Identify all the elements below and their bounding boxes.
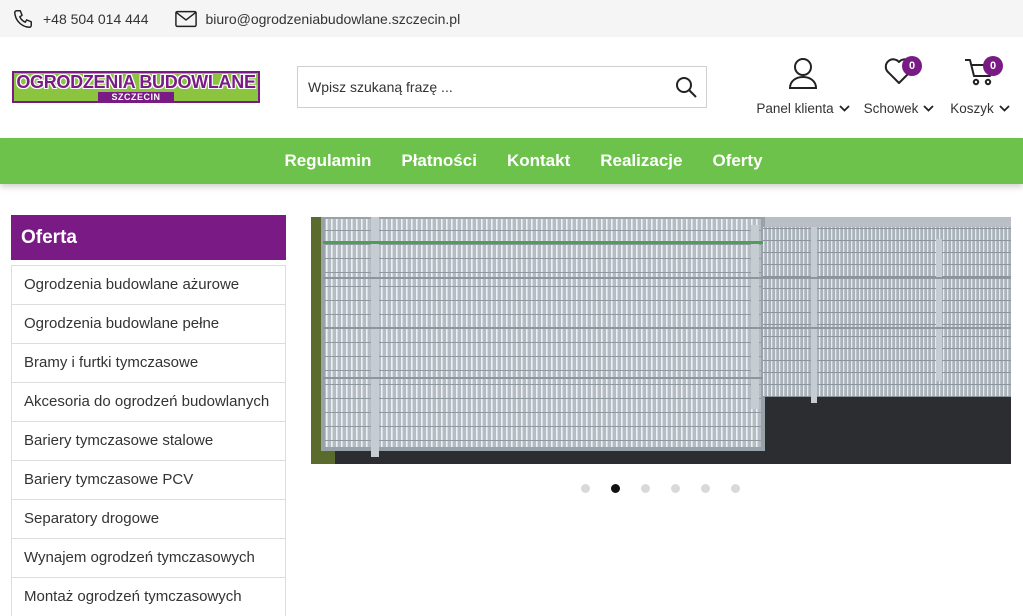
nav-link-realizacje[interactable]: Realizacje [600,151,682,171]
wishlist-count-badge: 0 [902,56,922,76]
category-item[interactable]: Separatory drogowe [12,499,285,538]
customer-panel-label: Panel klienta [756,101,834,116]
search-button[interactable] [674,75,698,99]
slider-dot[interactable] [581,484,590,493]
sidebar-title: Oferta [11,215,286,260]
slider-pagination [581,484,761,493]
category-item[interactable]: Bramy i furtki tymczasowe [12,343,285,382]
chevron-down-icon [839,105,850,112]
logo-subtitle: SZCZECIN [98,92,174,102]
site-logo[interactable]: OGRODZENIA BUDOWLANE SZCZECIN [12,71,260,103]
hero-slider-image[interactable] [311,217,1011,464]
cart-button[interactable]: 0 Koszyk [948,56,1012,116]
slider-dot[interactable] [641,484,650,493]
category-item[interactable]: Wynajem ogrodzeń tymczasowych [12,538,285,577]
offer-sidebar: Oferta Ogrodzenia budowlane ażurowe Ogro… [11,215,286,616]
category-item[interactable]: Bariery tymczasowe PCV [12,460,285,499]
search-input[interactable] [298,67,658,107]
phone-contact[interactable]: +48 504 014 444 [12,8,149,30]
nav-link-kontakt[interactable]: Kontakt [507,151,570,171]
nav-link-regulamin[interactable]: Regulamin [284,151,371,171]
category-item[interactable]: Ogrodzenia budowlane pełne [12,304,285,343]
chevron-down-icon [999,105,1010,112]
category-item[interactable]: Akcesoria do ogrodzeń budowlanych [12,382,285,421]
slider-dot-active[interactable] [611,484,620,493]
envelope-icon [174,10,197,27]
customer-panel-button[interactable]: Panel klienta [756,57,850,116]
phone-number: +48 504 014 444 [43,10,149,27]
slider-dot[interactable] [671,484,680,493]
search-icon [676,77,697,98]
nav-link-platnosci[interactable]: Płatności [401,151,477,171]
top-contact-bar: +48 504 014 444 biuro@ogrodzeniabudowlan… [0,0,1023,37]
cart-label: Koszyk [950,101,994,116]
email-address: biuro@ogrodzeniabudowlane.szczecin.pl [205,10,461,27]
category-item[interactable]: Bariery tymczasowe stalowe [12,421,285,460]
fence-panels-photo [311,217,1011,464]
category-item[interactable]: Ogrodzenia budowlane ażurowe [12,265,285,304]
phone-icon [14,9,32,28]
main-navigation: Regulamin Płatności Kontakt Realizacje O… [0,138,1023,184]
slider-dot[interactable] [701,484,710,493]
wishlist-label: Schowek [863,101,919,116]
email-contact[interactable]: biuro@ogrodzeniabudowlane.szczecin.pl [174,10,461,28]
user-icon [788,58,818,89]
cart-count-badge: 0 [983,56,1003,76]
category-list: Ogrodzenia budowlane ażurowe Ogrodzenia … [11,265,286,616]
site-header: OGRODZENIA BUDOWLANE SZCZECIN Panel klie… [0,37,1023,137]
slider-dot[interactable] [731,484,740,493]
category-item[interactable]: Montaż ogrodzeń tymczasowych [12,577,285,616]
nav-link-oferty[interactable]: Oferty [712,151,762,171]
logo-title: OGRODZENIA BUDOWLANE [16,72,256,92]
wishlist-button[interactable]: 0 Schowek [862,56,936,116]
search-box [297,66,707,108]
chevron-down-icon [923,105,935,112]
